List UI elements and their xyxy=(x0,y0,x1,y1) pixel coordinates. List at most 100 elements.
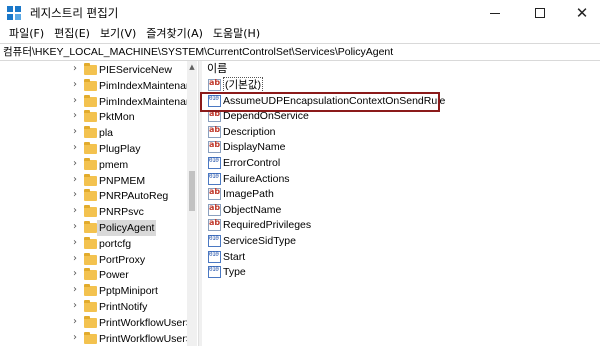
folder-icon xyxy=(84,78,97,91)
folder-icon xyxy=(84,252,97,265)
tree-item[interactable]: › PrintWorkflowUserS xyxy=(0,315,197,331)
folder-icon xyxy=(84,63,97,75)
chevron-right-icon[interactable]: › xyxy=(73,63,77,74)
folder-icon xyxy=(84,142,97,154)
regedit-icon xyxy=(7,6,21,20)
scroll-up-icon[interactable]: ▲ xyxy=(187,63,197,71)
highlight-annotation xyxy=(200,92,440,112)
tree-item[interactable]: › PimIndexMaintenan xyxy=(0,94,197,110)
value-name: ErrorControl xyxy=(223,157,281,169)
maximize-icon xyxy=(535,8,545,18)
address-bar[interactable]: 컴퓨터\HKEY_LOCAL_MACHINE\SYSTEM\CurrentCon… xyxy=(0,43,600,61)
tree-item-label: PrintNotify xyxy=(99,301,148,313)
tree-item[interactable]: › pla xyxy=(0,125,197,141)
tree-item-label: PortProxy xyxy=(99,253,146,266)
menu-file[interactable]: 파일(F) xyxy=(4,26,49,43)
tree-item-label: pla xyxy=(99,127,114,140)
tree-item[interactable]: › PrintNotify xyxy=(0,299,197,315)
tree-item-label: pmem xyxy=(99,158,129,171)
binary-value-icon xyxy=(208,172,221,185)
column-header-name[interactable]: 이름 xyxy=(203,61,600,77)
tree-item[interactable]: › PNRPAutoReg xyxy=(0,188,197,204)
chevron-right-icon[interactable]: › xyxy=(73,300,77,311)
string-value-icon xyxy=(208,140,221,154)
tree-item-label: PimIndexMaintenan xyxy=(99,95,187,108)
value-name: Start xyxy=(223,250,246,263)
tree-item[interactable]: › portcfg xyxy=(0,236,197,252)
chevron-right-icon[interactable]: › xyxy=(73,110,77,121)
minimize-button[interactable] xyxy=(475,0,515,26)
tree-item[interactable]: › PimIndexMaintenan xyxy=(0,78,197,94)
menu-favorites[interactable]: 즐겨찾기(A) xyxy=(141,26,208,43)
chevron-right-icon[interactable]: › xyxy=(73,126,77,137)
close-button[interactable]: ✕ xyxy=(562,0,600,26)
string-value-icon xyxy=(208,125,221,138)
chevron-right-icon[interactable]: › xyxy=(73,316,77,327)
chevron-right-icon[interactable]: › xyxy=(73,142,77,153)
folder-icon xyxy=(84,173,97,186)
chevron-right-icon[interactable]: › xyxy=(73,237,77,248)
tree-item-label: PrintWorkflowUserS xyxy=(99,316,187,329)
binary-value-icon xyxy=(208,250,221,263)
binary-value-icon xyxy=(208,157,221,169)
tree-item-label: PolicyAgent xyxy=(97,220,157,236)
folder-icon xyxy=(84,331,97,344)
tree-item-label: portcfg xyxy=(99,237,132,250)
menu-view[interactable]: 보기(V) xyxy=(95,26,141,43)
tree-item[interactable]: › PktMon xyxy=(0,109,197,125)
chevron-right-icon[interactable]: › xyxy=(73,284,77,295)
tree-item[interactable]: › PIEServiceNew xyxy=(0,62,197,78)
folder-icon xyxy=(84,268,97,281)
value-name: RequiredPrivileges xyxy=(223,219,312,232)
menu-help[interactable]: 도움말(H) xyxy=(208,26,265,43)
tree-item[interactable]: › PortProxy xyxy=(0,252,197,268)
value-name: ServiceSidType xyxy=(223,235,296,247)
title-bar: 레지스트리 편집기 ✕ xyxy=(0,0,600,26)
tree-item-label: Power xyxy=(99,269,129,282)
tree-item-label: PktMon xyxy=(99,111,135,124)
key-tree[interactable]: › PIEServiceNew › PimIndexMaintenan › PimInde… xyxy=(0,61,197,346)
tree-item[interactable]: › pmem xyxy=(0,157,197,173)
tree-item[interactable]: › PNPMEM xyxy=(0,173,197,189)
chevron-right-icon[interactable]: › xyxy=(73,332,77,343)
maximize-button[interactable] xyxy=(520,0,560,26)
folder-icon xyxy=(84,315,97,328)
tree-item[interactable]: › Power xyxy=(0,267,197,283)
value-name: FailureActions xyxy=(223,172,290,185)
value-name: (기본값) xyxy=(223,77,263,93)
minimize-icon xyxy=(490,12,500,14)
folder-icon xyxy=(84,110,97,123)
value-name: DisplayName xyxy=(223,141,286,154)
folder-icon xyxy=(84,284,97,297)
value-name: Type xyxy=(223,266,246,279)
menu-bar: 파일(F) 편집(E) 보기(V) 즐겨찾기(A) 도움말(H) xyxy=(0,26,600,43)
tree-scrollbar[interactable]: ▲ xyxy=(187,61,197,346)
binary-value-icon xyxy=(208,266,221,279)
chevron-right-icon[interactable]: › xyxy=(73,174,77,185)
folder-icon xyxy=(84,94,97,107)
chevron-right-icon[interactable]: › xyxy=(73,189,77,200)
tree-item[interactable]: › PlugPlay xyxy=(0,141,197,157)
folder-icon xyxy=(84,126,97,139)
menu-edit[interactable]: 편집(E) xyxy=(49,26,95,43)
folder-icon xyxy=(84,205,97,218)
value-name: ImagePath xyxy=(223,188,274,201)
chevron-right-icon[interactable]: › xyxy=(73,268,77,279)
tree-item-label: PIEServiceNew xyxy=(99,64,172,76)
scroll-thumb[interactable] xyxy=(189,171,195,211)
tree-item[interactable]: › PolicyAgent xyxy=(0,220,197,236)
chevron-right-icon[interactable]: › xyxy=(73,79,77,90)
tree-item-label: PrintWorkflowUserS xyxy=(99,332,187,345)
chevron-right-icon[interactable]: › xyxy=(73,205,77,216)
chevron-right-icon[interactable]: › xyxy=(73,158,77,169)
chevron-right-icon[interactable]: › xyxy=(73,253,77,264)
chevron-right-icon[interactable]: › xyxy=(73,221,77,232)
string-value-icon xyxy=(208,187,221,201)
tree-item-label: PptpMiniport xyxy=(99,285,158,298)
tree-item[interactable]: › PrintWorkflowUserS xyxy=(0,331,197,346)
tree-item[interactable]: › PNRPsvc xyxy=(0,204,197,220)
window-title: 레지스트리 편집기 xyxy=(30,6,119,20)
chevron-right-icon[interactable]: › xyxy=(73,95,77,106)
tree-item-label: PNRPAutoReg xyxy=(99,190,169,203)
tree-item[interactable]: › PptpMiniport xyxy=(0,283,197,299)
